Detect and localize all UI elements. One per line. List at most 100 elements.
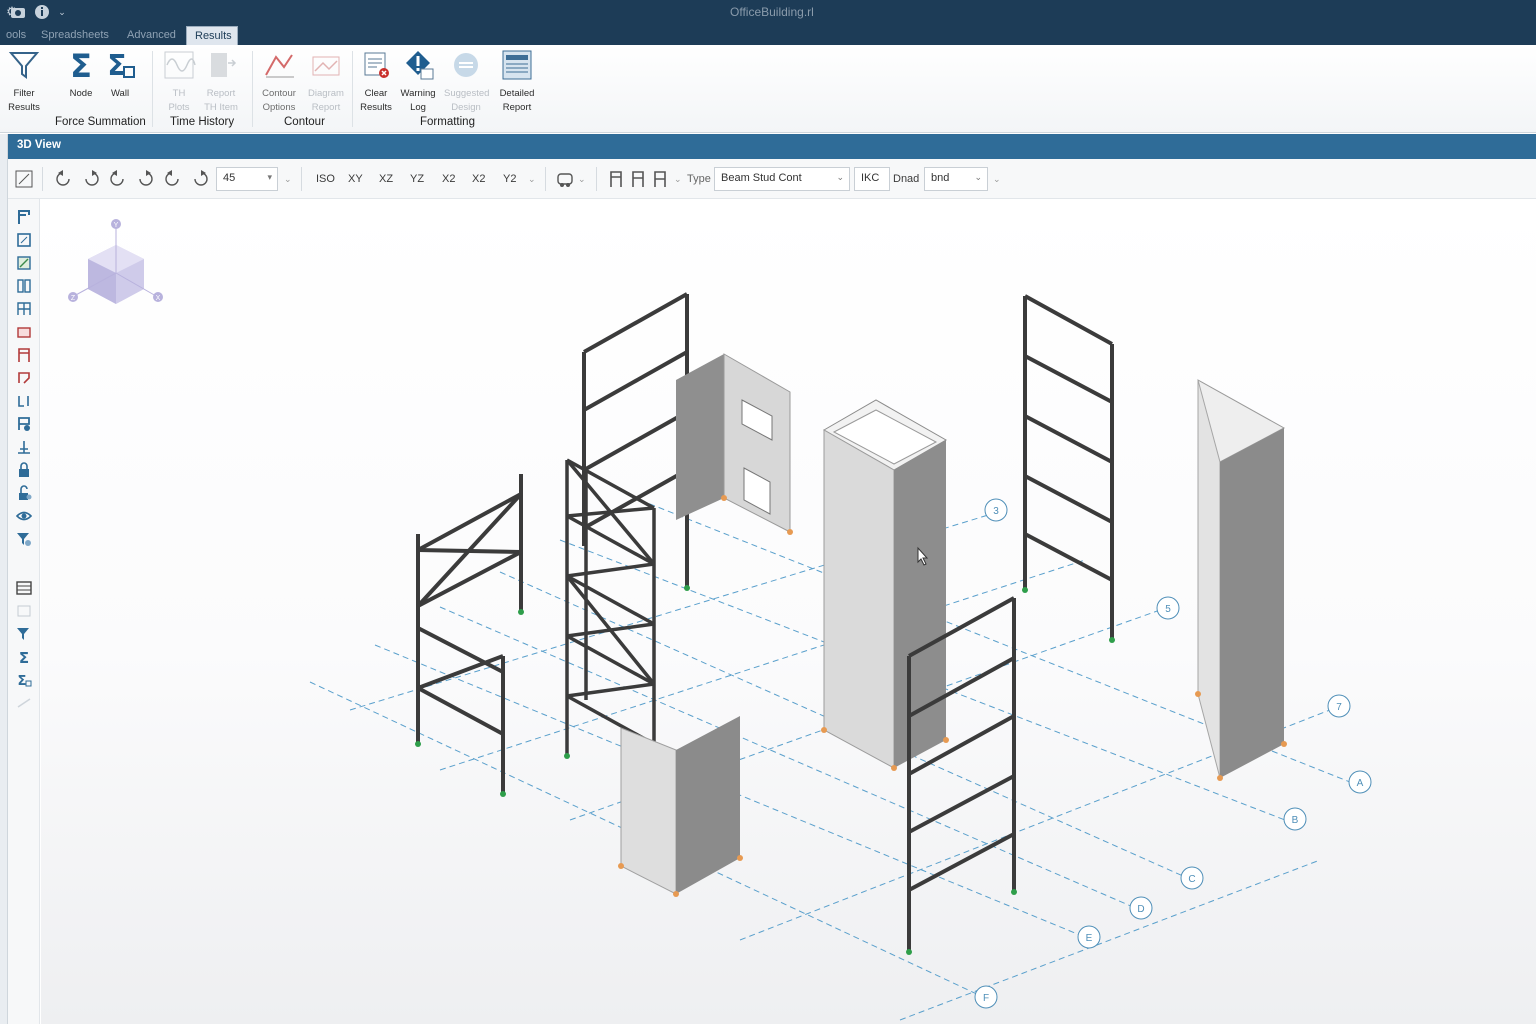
draw-beam-icon[interactable] (16, 209, 32, 225)
draw-support-icon[interactable] (16, 393, 32, 409)
group-separator (352, 51, 353, 127)
draw-load-icon[interactable] (16, 370, 32, 386)
sigma-icon[interactable]: Σ (16, 649, 32, 665)
draw-frame-icon[interactable] (16, 301, 32, 317)
draw-slab-icon[interactable] (16, 324, 32, 340)
eye-icon[interactable] (16, 508, 32, 524)
grid-bubble-d[interactable]: D (1129, 896, 1153, 920)
disabled-tool-icon[interactable] (16, 695, 32, 711)
table-icon[interactable] (16, 603, 32, 619)
code-field[interactable]: IKC (854, 167, 890, 191)
braced-frame-1[interactable] (416, 474, 523, 794)
wall-sum-button[interactable]: Σ Wall (98, 49, 142, 101)
model-canvas[interactable]: 3 5 7 A B C D E F Y X Z (41, 199, 1536, 1024)
suggested-design-button[interactable]: Suggested Design (444, 49, 489, 115)
view-yz-button[interactable]: YZ (410, 169, 424, 189)
wall-panel-front[interactable] (620, 716, 740, 895)
frame-display-2-icon[interactable] (628, 169, 648, 189)
node-sum-button[interactable]: Σ Node (59, 49, 103, 101)
frame-display-icon[interactable] (606, 169, 626, 189)
th-plots-button[interactable]: TH Plots (157, 49, 201, 115)
grid-bubble-a[interactable]: A (1348, 770, 1372, 794)
zoom-extents-icon[interactable] (14, 169, 34, 189)
member-type-combo[interactable]: Beam Stud Cont ⌄ (714, 167, 850, 191)
draw-column-icon[interactable] (16, 232, 32, 248)
rotation-angle-combo[interactable]: 45 ▾ (216, 167, 278, 191)
svg-text:E: E (1086, 933, 1093, 944)
load-combo[interactable]: bnd ⌄ (924, 167, 988, 191)
node-tool-icon[interactable] (16, 439, 32, 455)
rotate-left-z-icon[interactable] (163, 169, 183, 189)
grid-bubble-5[interactable]: 5 (1156, 596, 1180, 620)
view-x2-button[interactable]: X2 (442, 169, 455, 189)
svg-text:Σ: Σ (70, 49, 92, 81)
camera-icon[interactable] (10, 4, 26, 20)
moment-frame-3[interactable] (1023, 294, 1114, 640)
toolbar-overflow-icon[interactable]: ⌄ (528, 169, 536, 189)
load-label: Dnad (893, 173, 920, 185)
detailed-report-button[interactable]: Detailed Report (495, 49, 539, 115)
sigma-icon: Σ (70, 49, 92, 81)
view-x2b-button[interactable]: X2 (472, 169, 485, 189)
draw-plate-icon[interactable] (16, 255, 32, 271)
svg-text:F: F (983, 993, 989, 1004)
wall-panel-right[interactable] (1197, 379, 1286, 779)
contour-diagram-icon (265, 54, 294, 78)
grid-bubble-b[interactable]: B (1283, 807, 1307, 831)
modify-icon[interactable] (16, 416, 32, 432)
svg-text:7: 7 (1336, 702, 1342, 713)
filter-select-icon[interactable] (16, 531, 32, 547)
ribbon: Filter Results Σ Node Σ Wall Force Summa… (0, 45, 1536, 133)
grid-bubble-f[interactable]: F (974, 985, 998, 1009)
viewport-3d[interactable]: 3 5 7 A B C D E F Y X Z (41, 199, 1536, 1024)
spreadsheet-icon[interactable] (16, 580, 32, 596)
tab-advanced[interactable]: Advanced (119, 26, 184, 45)
contour-options-button[interactable]: Contour Options (257, 49, 301, 115)
axis-triad-icon[interactable]: Y X Z (68, 219, 163, 304)
braced-tower[interactable] (565, 458, 656, 756)
rotate-left-y-icon[interactable] (108, 169, 128, 189)
warning-log-button[interactable]: Warning Log (396, 49, 440, 115)
clear-results-button[interactable]: Clear Results (354, 49, 398, 115)
report-export-icon (211, 53, 237, 77)
tab-results[interactable]: Results (186, 26, 238, 45)
core-wall-box[interactable] (822, 399, 948, 769)
rotate-right-z-icon[interactable] (190, 169, 210, 189)
view-iso-button[interactable]: ISO (316, 169, 335, 189)
tab-spreadsheets[interactable]: Spreadsheets (33, 26, 117, 45)
lock-icon[interactable] (16, 462, 32, 478)
render-settings-icon[interactable] (555, 169, 575, 189)
info-icon[interactable] (34, 4, 50, 20)
draw-wall-icon[interactable] (16, 278, 32, 294)
toolbar-overflow-icon[interactable]: ⌄ (993, 169, 1001, 189)
suggested-design-icon (454, 53, 478, 77)
draw-brace-icon[interactable] (16, 347, 32, 363)
grid-bubble-c[interactable]: C (1180, 866, 1204, 890)
rotate-right-y-icon[interactable] (135, 169, 155, 189)
view-xy-button[interactable]: XY (348, 169, 363, 189)
group-separator (152, 51, 153, 127)
dropdown-caret-icon[interactable]: ⌄ (54, 4, 70, 20)
frame-display-3-icon[interactable] (650, 169, 670, 189)
toolbar-overflow-icon[interactable]: ⌄ (284, 169, 292, 189)
toolbar-overflow-icon[interactable]: ⌄ (578, 169, 586, 189)
rotate-right-x-icon[interactable] (81, 169, 101, 189)
grid-bubble-e[interactable]: E (1077, 925, 1101, 949)
svg-text:3: 3 (993, 506, 999, 517)
sigma-wall-icon[interactable]: Σ (16, 672, 32, 688)
view-toolbar: 45 ▾ ⌄ ISO XY XZ YZ X2 X2 Y2 ⌄ ⌄ ⌄ Type … (8, 159, 1536, 199)
grid-bubble-3[interactable]: 3 (984, 498, 1008, 522)
view-y2-button[interactable]: Y2 (503, 169, 516, 189)
wall-panel-openings[interactable] (676, 353, 791, 533)
grid-bubble-7[interactable]: 7 (1327, 694, 1351, 718)
group-label-force-summation: Force Summation (55, 116, 146, 128)
rotate-left-x-icon[interactable] (54, 169, 74, 189)
diagram-report-button[interactable]: Diagram Report (304, 49, 348, 115)
tab-tools[interactable]: ools (0, 26, 34, 45)
filter-results-icon[interactable] (16, 626, 32, 642)
filter-results-button[interactable]: Filter Results (2, 49, 46, 115)
view-xz-button[interactable]: XZ (379, 169, 393, 189)
unlock-icon[interactable] (16, 485, 32, 501)
report-th-item-button[interactable]: Report TH Item (199, 49, 243, 115)
toolbar-overflow-icon[interactable]: ⌄ (674, 169, 682, 189)
